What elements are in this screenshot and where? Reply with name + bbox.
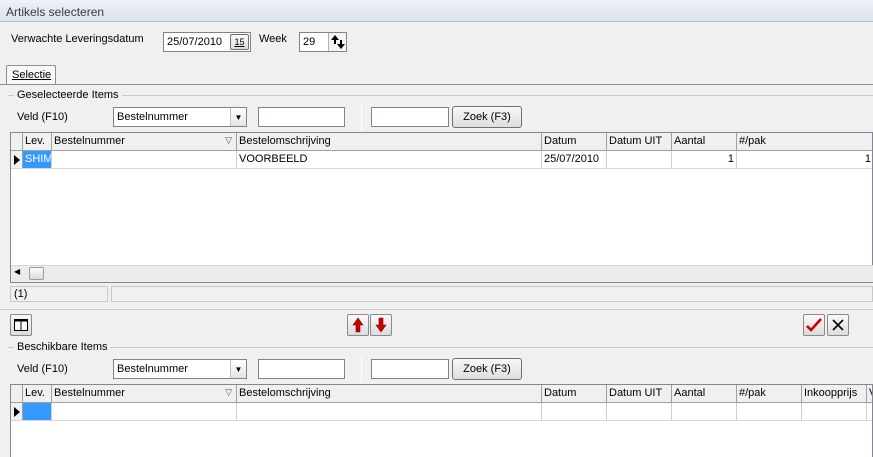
toolbar-divider — [0, 309, 873, 310]
horizontal-scrollbar[interactable]: ◀ — [11, 265, 873, 282]
cell-bestelomschrijving[interactable]: VOORBEELD — [237, 151, 542, 168]
field-select-value: Bestelnummer — [117, 363, 188, 375]
move-down-button[interactable] — [370, 314, 392, 336]
cell-aantal[interactable] — [672, 403, 737, 420]
search-input-selected[interactable] — [258, 107, 345, 127]
status-panel — [111, 286, 873, 302]
column-header-datum[interactable]: Datum — [542, 385, 607, 402]
group-label-available: Beschikbare Items — [14, 341, 111, 353]
column-header-lev[interactable]: Lev. — [23, 133, 52, 150]
row-pointer-icon — [14, 407, 20, 417]
cell-pak[interactable] — [737, 403, 802, 420]
separator — [361, 104, 362, 130]
column-header-datum-uit[interactable]: Datum UIT — [607, 385, 672, 402]
grid-header: Lev. Bestelnummer ▽ Bestelomschrijving D… — [11, 385, 872, 403]
confirm-button[interactable] — [803, 314, 825, 336]
selected-items-grid[interactable]: Lev. Bestelnummer ▽ Bestelomschrijving D… — [10, 132, 873, 283]
tab-selectie[interactable]: Selectie — [6, 65, 56, 85]
zoek-button-available[interactable]: Zoek (F3) — [452, 358, 522, 380]
cell-v[interactable] — [867, 403, 872, 420]
move-up-button[interactable] — [347, 314, 369, 336]
cell-bestelnummer[interactable] — [52, 403, 237, 420]
column-header-lev[interactable]: Lev. — [23, 385, 52, 402]
chevron-down-icon: ▼ — [230, 360, 246, 378]
window-title-bar: Artikels selecteren — [0, 0, 873, 22]
field-label-selected: Veld (F10) — [17, 111, 68, 123]
zoek-button-selected[interactable]: Zoek (F3) — [452, 106, 522, 128]
cell-lev[interactable]: SHIM — [23, 151, 52, 168]
cell-datum[interactable]: 25/07/2010 — [542, 151, 607, 168]
grid-header: Lev. Bestelnummer ▽ Bestelomschrijving D… — [11, 133, 872, 151]
column-header-bestelnummer[interactable]: Bestelnummer ▽ — [52, 385, 237, 402]
cell-bestelnummer[interactable] — [52, 151, 237, 168]
current-row-indicator — [11, 151, 23, 168]
cell-inkoopprijs[interactable] — [802, 403, 867, 420]
tab-divider — [0, 84, 873, 85]
cell-pak[interactable]: 1 — [737, 151, 872, 168]
spinner-arrows-icon — [331, 35, 345, 49]
columns-icon — [14, 319, 28, 331]
field-select-available[interactable]: Bestelnummer ▼ — [113, 359, 247, 379]
red-arrow-up-icon — [352, 317, 364, 333]
sort-indicator-icon: ▽ — [225, 135, 232, 145]
delivery-date-label: Verwachte Leveringsdatum — [11, 33, 144, 45]
status-count: (1) — [10, 286, 108, 302]
column-header-pak[interactable]: #/pak — [737, 385, 802, 402]
chevron-down-icon: ▼ — [230, 108, 246, 126]
column-header-inkoopprijs[interactable]: Inkoopprijs — [802, 385, 867, 402]
field-select-value: Bestelnummer — [117, 111, 188, 123]
scrollbar-thumb[interactable] — [29, 267, 44, 280]
column-header-bestelnummer[interactable]: Bestelnummer ▽ — [52, 133, 237, 150]
row-indicator-header — [11, 133, 23, 150]
table-row[interactable] — [11, 403, 872, 421]
cancel-button[interactable] — [827, 314, 849, 336]
window-title: Artikels selecteren — [6, 5, 105, 19]
column-header-label: Bestelnummer — [54, 387, 125, 399]
column-header-datum[interactable]: Datum — [542, 133, 607, 150]
row-indicator-header — [11, 385, 23, 402]
columns-button[interactable] — [10, 314, 32, 336]
column-header-bestelomschrijving[interactable]: Bestelomschrijving — [237, 133, 542, 150]
column-header-aantal[interactable]: Aantal — [672, 133, 737, 150]
cell-aantal[interactable]: 1 — [672, 151, 737, 168]
cell-datum[interactable] — [542, 403, 607, 420]
column-header-aantal[interactable]: Aantal — [672, 385, 737, 402]
cell-lev[interactable] — [23, 403, 52, 420]
red-arrow-down-icon — [375, 317, 387, 333]
red-checkmark-icon — [806, 318, 822, 332]
sort-indicator-icon: ▽ — [225, 387, 232, 397]
group-divider-available — [8, 347, 873, 348]
cell-bestelomschrijving[interactable] — [237, 403, 542, 420]
calendar-icon: 15 — [234, 37, 245, 47]
field-select-selected[interactable]: Bestelnummer ▼ — [113, 107, 247, 127]
cell-datum-uit[interactable] — [607, 403, 672, 420]
column-header-pak[interactable]: #/pak — [737, 133, 872, 150]
week-value: 29 — [303, 36, 316, 48]
separator — [361, 356, 362, 382]
search-input-2-available[interactable] — [371, 359, 449, 379]
cross-icon — [832, 319, 844, 331]
column-header-datum-uit[interactable]: Datum UIT — [607, 133, 672, 150]
search-input-available[interactable] — [258, 359, 345, 379]
column-header-v[interactable]: V — [867, 385, 872, 402]
cell-datum-uit[interactable] — [607, 151, 672, 168]
field-label-available: Veld (F10) — [17, 363, 68, 375]
current-row-indicator — [11, 403, 23, 420]
delivery-date-value: 25/07/2010 — [167, 36, 223, 48]
scroll-left-icon[interactable]: ◀ — [14, 267, 20, 276]
group-label-selected: Geselecteerde Items — [14, 89, 122, 101]
row-pointer-icon — [14, 155, 20, 165]
search-input-2-selected[interactable] — [371, 107, 449, 127]
calendar-button[interactable]: 15 — [230, 34, 249, 50]
table-row[interactable]: SHIM VOORBEELD 25/07/2010 1 1 — [11, 151, 872, 169]
column-header-bestelomschrijving[interactable]: Bestelomschrijving — [237, 385, 542, 402]
available-items-grid[interactable]: Lev. Bestelnummer ▽ Bestelomschrijving D… — [10, 384, 873, 457]
week-spinner[interactable] — [328, 33, 346, 51]
column-header-label: Bestelnummer — [54, 135, 125, 147]
week-label: Week — [259, 33, 287, 45]
group-divider-selected — [8, 95, 873, 96]
